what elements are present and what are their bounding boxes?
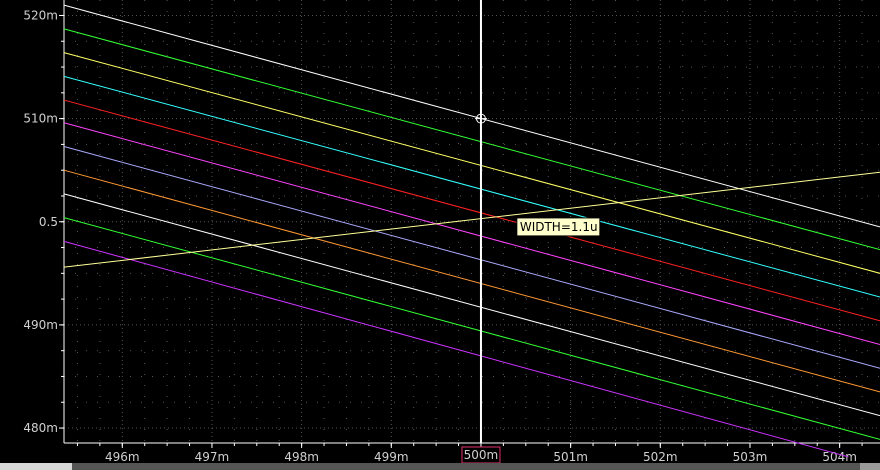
x-tick-label: 497m [195,450,230,463]
x-tick-label: 502m [643,450,678,463]
y-tick-label: 0.5 [39,215,58,229]
labels-layer: WIDTH=1.1u [516,217,601,237]
cursor-x-label: 500m [464,448,499,462]
x-tick-label: 499m [374,450,409,463]
y-tick-label: 510m [23,112,58,126]
x-tick-label: 504m [822,450,857,463]
horizontal-scrollbar-end[interactable] [860,463,880,470]
x-tick-label: 501m [553,450,588,463]
y-tick-label: 490m [23,318,58,332]
x-tick-label: 503m [733,450,768,463]
annotation-label: WIDTH=1.1u [520,220,598,234]
x-tick-label: 496m [105,450,140,463]
x-tick-label: 498m [284,450,319,463]
y-tick-label: 480m [23,421,58,435]
horizontal-scrollbar[interactable] [0,463,880,470]
horizontal-scrollbar-thumb[interactable] [0,463,72,470]
waveform-plot[interactable]: 480m 490m 0.5 510m 520m 496m 497m 498m 499m 501m 5… [0,0,880,463]
y-tick-label: 520m [23,8,58,22]
